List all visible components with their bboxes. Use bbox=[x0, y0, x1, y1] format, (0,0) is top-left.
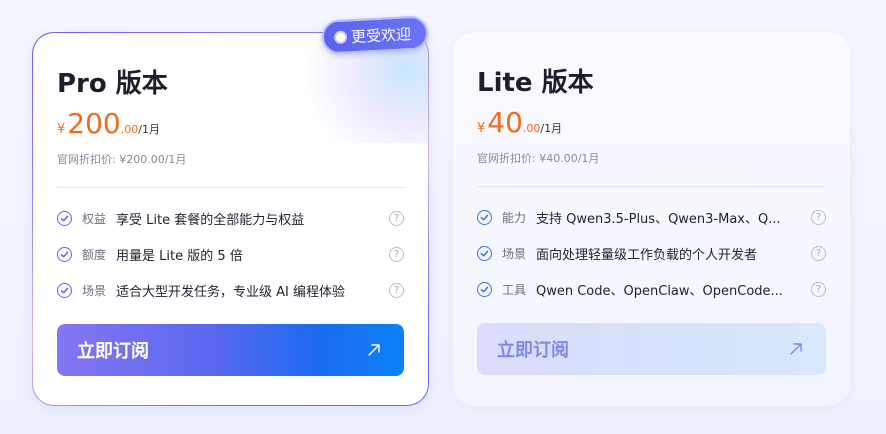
currency-symbol: ¥ bbox=[477, 121, 486, 136]
feature-key: 场景 bbox=[82, 283, 107, 298]
lite-plan-card: Lite 版本 ¥ 40 .00 /1月 官网折扣价: ¥40.00/1月 能力… bbox=[453, 32, 850, 406]
feature-row: 场景 面向处理轻量级工作负载的个人开发者 ? bbox=[477, 242, 826, 264]
feature-key: 权益 bbox=[82, 211, 107, 226]
feature-value: 面向处理轻量级工作负载的个人开发者 bbox=[536, 247, 758, 263]
currency-symbol: ¥ bbox=[57, 122, 66, 137]
plan-title: Pro 版本 bbox=[57, 69, 168, 99]
arrow-up-right-icon bbox=[368, 344, 380, 356]
feature-key: 额度 bbox=[82, 247, 107, 262]
check-circle-icon bbox=[57, 210, 72, 226]
feature-value: 享受 Lite 套餐的全部能力与权益 bbox=[116, 212, 305, 228]
feature-key: 能力 bbox=[502, 210, 527, 225]
check-circle-icon bbox=[477, 209, 492, 225]
subscribe-button[interactable]: 立即订阅 bbox=[477, 323, 826, 375]
divider bbox=[57, 187, 404, 188]
subscribe-label: 立即订阅 bbox=[77, 341, 149, 362]
plan-price: ¥ 200 .00 /1月 bbox=[57, 107, 160, 140]
check-circle-icon bbox=[477, 281, 492, 297]
help-icon[interactable]: ? bbox=[389, 246, 404, 262]
feature-row: 额度 用量是 Lite 版的 5 倍 ? bbox=[57, 243, 404, 265]
help-icon[interactable]: ? bbox=[389, 282, 404, 298]
feature-value: Qwen Code、OpenClaw、OpenCode... bbox=[536, 283, 783, 299]
divider bbox=[477, 186, 826, 187]
badge-dot-icon bbox=[333, 29, 348, 44]
price-integer: 200 bbox=[67, 107, 121, 140]
popular-badge: 更受欢迎 bbox=[321, 15, 429, 55]
official-discount-price: 官网折扣价: ¥40.00/1月 bbox=[477, 152, 600, 165]
help-icon[interactable]: ? bbox=[811, 209, 826, 225]
badge-label: 更受欢迎 bbox=[350, 24, 412, 46]
help-icon[interactable]: ? bbox=[389, 210, 404, 226]
feature-row: 工具 Qwen Code、OpenClaw、OpenCode... ? bbox=[477, 278, 826, 300]
feature-row: 能力 支持 Qwen3.5-Plus、Qwen3-Max、Q... ? bbox=[477, 206, 826, 228]
plan-price: ¥ 40 .00 /1月 bbox=[477, 106, 562, 139]
plan-title: Lite 版本 bbox=[477, 68, 594, 98]
price-period: /1月 bbox=[540, 122, 563, 135]
feature-key: 场景 bbox=[502, 246, 527, 261]
pro-plan-card: Pro 版本 ¥ 200 .00 /1月 官网折扣价: ¥200.00/1月 权… bbox=[32, 32, 429, 406]
feature-value: 用量是 Lite 版的 5 倍 bbox=[116, 248, 243, 264]
check-circle-icon bbox=[57, 282, 72, 298]
help-icon[interactable]: ? bbox=[811, 245, 826, 261]
feature-row: 权益 享受 Lite 套餐的全部能力与权益 ? bbox=[57, 207, 404, 229]
feature-value: 适合大型开发任务，专业级 AI 编程体验 bbox=[116, 284, 345, 300]
price-period: /1月 bbox=[138, 123, 160, 136]
subscribe-button[interactable]: 立即订阅 bbox=[57, 324, 404, 376]
subscribe-label: 立即订阅 bbox=[497, 340, 569, 361]
official-discount-price: 官网折扣价: ¥200.00/1月 bbox=[57, 153, 187, 166]
check-circle-icon bbox=[57, 246, 72, 262]
feature-value: 支持 Qwen3.5-Plus、Qwen3-Max、Q... bbox=[536, 211, 781, 227]
price-decimal: .00 bbox=[120, 123, 139, 136]
arrow-up-right-icon bbox=[790, 343, 802, 355]
price-decimal: .00 bbox=[522, 122, 541, 135]
check-circle-icon bbox=[477, 245, 492, 261]
price-integer: 40 bbox=[487, 106, 523, 139]
feature-key: 工具 bbox=[502, 282, 527, 297]
help-icon[interactable]: ? bbox=[811, 281, 826, 297]
feature-row: 场景 适合大型开发任务，专业级 AI 编程体验 ? bbox=[57, 279, 404, 301]
